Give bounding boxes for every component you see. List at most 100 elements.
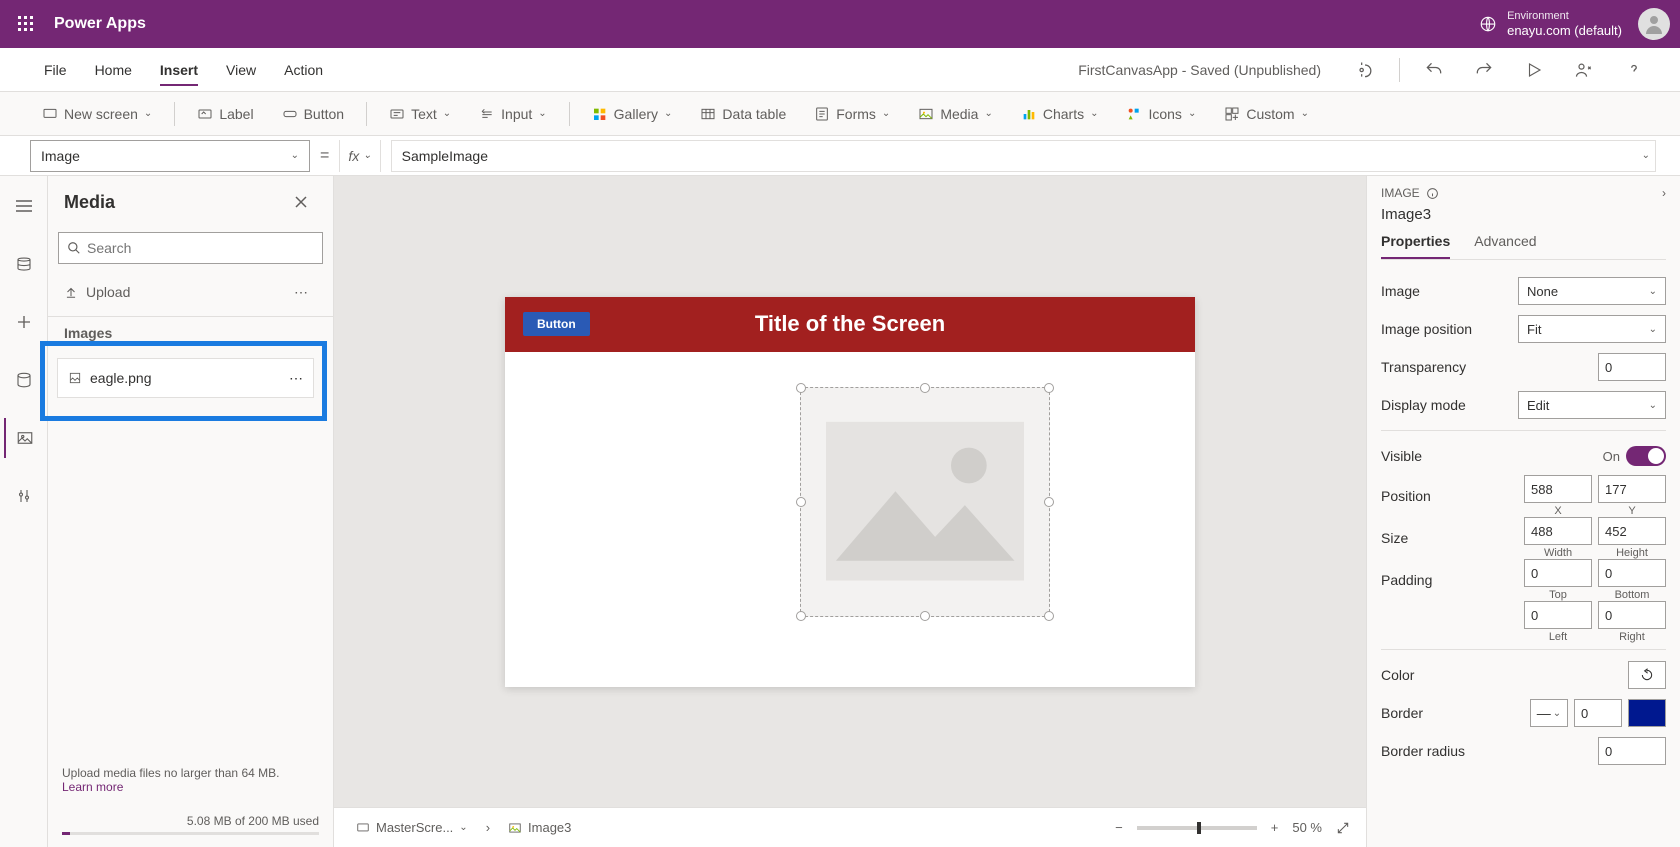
data-icon[interactable] bbox=[4, 360, 44, 400]
border-radius-input[interactable]: 0 bbox=[1598, 737, 1666, 765]
menu-action[interactable]: Action bbox=[270, 48, 337, 92]
prop-pad-left-input[interactable]: 0 bbox=[1524, 601, 1592, 629]
prop-visible-toggle[interactable] bbox=[1626, 446, 1666, 466]
formula-expand-icon[interactable]: ⌄ bbox=[1642, 150, 1650, 161]
forms-button[interactable]: Forms⌄ bbox=[802, 98, 902, 130]
media-search[interactable] bbox=[58, 232, 323, 264]
button-button[interactable]: Button bbox=[270, 98, 356, 130]
waffle-icon[interactable] bbox=[10, 8, 42, 40]
border-width-input[interactable]: 0 bbox=[1574, 699, 1622, 727]
resize-handle[interactable] bbox=[796, 497, 806, 507]
prop-transparency-input[interactable]: 0 bbox=[1598, 353, 1666, 381]
property-selector[interactable]: Image ⌄ bbox=[30, 140, 310, 172]
media-panel-title: Media bbox=[64, 192, 115, 213]
new-screen-button[interactable]: New screen⌄ bbox=[30, 98, 164, 130]
prop-imgpos-select[interactable]: Fit⌄ bbox=[1518, 315, 1666, 343]
resize-handle[interactable] bbox=[920, 383, 930, 393]
app-screen[interactable]: Button Title of the Screen bbox=[505, 297, 1195, 687]
breadcrumb-control[interactable]: Image3 bbox=[502, 818, 577, 837]
prop-width-input[interactable]: 488 bbox=[1524, 517, 1592, 545]
resize-handle[interactable] bbox=[1044, 611, 1054, 621]
resize-handle[interactable] bbox=[920, 611, 930, 621]
prop-height-value: 452 bbox=[1605, 524, 1627, 539]
resize-handle[interactable] bbox=[796, 383, 806, 393]
app-checker-icon[interactable] bbox=[1349, 54, 1381, 86]
add-icon[interactable] bbox=[4, 302, 44, 342]
close-icon[interactable] bbox=[285, 186, 317, 218]
prop-image-select[interactable]: None⌄ bbox=[1518, 277, 1666, 305]
menu-insert[interactable]: Insert bbox=[146, 48, 212, 92]
prop-displaymode-select[interactable]: Edit⌄ bbox=[1518, 391, 1666, 419]
menu-file[interactable]: File bbox=[30, 48, 81, 92]
prop-pad-right-input[interactable]: 0 bbox=[1598, 601, 1666, 629]
prop-pad-top-input[interactable]: 0 bbox=[1524, 559, 1592, 587]
resize-handle[interactable] bbox=[796, 611, 806, 621]
screen-title-control[interactable]: Title of the Screen bbox=[505, 311, 1195, 337]
media-file-item[interactable]: eagle.png ⋯ bbox=[57, 358, 314, 398]
media-pane-icon[interactable] bbox=[4, 418, 44, 458]
tools-icon[interactable] bbox=[4, 476, 44, 516]
images-section-label[interactable]: Images bbox=[48, 317, 333, 341]
undo-icon[interactable] bbox=[1418, 54, 1450, 86]
formula-input[interactable]: SampleImage bbox=[391, 140, 1656, 172]
insert-pane-icon[interactable] bbox=[4, 244, 44, 284]
environment-picker[interactable]: Environment enayu.com (default) bbox=[1479, 10, 1622, 39]
prop-y-input[interactable]: 177 bbox=[1598, 475, 1666, 503]
screen-button-control[interactable]: Button bbox=[523, 312, 590, 336]
prop-pad-bottom-input[interactable]: 0 bbox=[1598, 559, 1666, 587]
prop-imgpos-value: Fit bbox=[1527, 322, 1541, 337]
data-table-button[interactable]: Data table bbox=[688, 98, 798, 130]
image-placeholder-icon bbox=[826, 410, 1024, 592]
gallery-button[interactable]: Gallery⌄ bbox=[580, 98, 685, 130]
forms-icon bbox=[814, 106, 830, 122]
storage-text: 5.08 MB of 200 MB used bbox=[62, 814, 319, 828]
user-avatar[interactable] bbox=[1638, 8, 1670, 40]
fit-to-window-icon[interactable] bbox=[1336, 821, 1350, 835]
left-rail bbox=[0, 176, 48, 847]
border-radius-value: 0 bbox=[1605, 744, 1612, 759]
label-button[interactable]: Label bbox=[185, 98, 265, 130]
upload-button[interactable]: Upload bbox=[64, 284, 130, 300]
divider bbox=[174, 102, 175, 126]
search-input[interactable] bbox=[87, 240, 314, 256]
menu-view[interactable]: View bbox=[212, 48, 270, 92]
learn-more-link[interactable]: Learn more bbox=[62, 780, 123, 794]
border-style-select[interactable]: — ⌄ bbox=[1530, 699, 1568, 727]
prop-position-label: Position bbox=[1381, 488, 1431, 504]
zoom-out-icon[interactable]: − bbox=[1115, 820, 1123, 835]
media-button[interactable]: Media⌄ bbox=[906, 98, 1005, 130]
resize-handle[interactable] bbox=[1044, 383, 1054, 393]
tab-properties[interactable]: Properties bbox=[1381, 233, 1450, 259]
icons-button[interactable]: Icons⌄ bbox=[1114, 98, 1208, 130]
screen-icon bbox=[42, 106, 58, 122]
tab-advanced[interactable]: Advanced bbox=[1474, 233, 1536, 259]
zoom-in-icon[interactable]: + bbox=[1271, 820, 1279, 835]
prop-transparency-value: 0 bbox=[1605, 360, 1612, 375]
charts-button[interactable]: Charts⌄ bbox=[1009, 98, 1111, 130]
border-color-swatch[interactable] bbox=[1628, 699, 1666, 727]
play-icon[interactable] bbox=[1518, 54, 1550, 86]
redo-icon[interactable] bbox=[1468, 54, 1500, 86]
color-reset-button[interactable] bbox=[1628, 661, 1666, 689]
breadcrumb-screen[interactable]: MasterScre... ⌄ bbox=[350, 818, 474, 837]
media-icon bbox=[918, 106, 934, 122]
more-icon[interactable]: ⋯ bbox=[285, 276, 317, 308]
control-name[interactable]: Image3 bbox=[1381, 206, 1666, 223]
share-icon[interactable] bbox=[1568, 54, 1600, 86]
info-icon[interactable] bbox=[1426, 187, 1439, 200]
text-button[interactable]: Text⌄ bbox=[377, 98, 463, 130]
file-more-icon[interactable]: ⋯ bbox=[289, 370, 303, 387]
help-icon[interactable] bbox=[1618, 54, 1650, 86]
image-control-selected[interactable] bbox=[800, 387, 1050, 617]
fx-button[interactable]: fx⌄ bbox=[339, 140, 380, 172]
resize-handle[interactable] bbox=[1044, 497, 1054, 507]
menu-home[interactable]: Home bbox=[81, 48, 146, 92]
custom-button[interactable]: Custom⌄ bbox=[1212, 98, 1321, 130]
ribbon: New screen⌄ Label Button Text⌄ Input⌄ Ga… bbox=[0, 92, 1680, 136]
prop-height-input[interactable]: 452 bbox=[1598, 517, 1666, 545]
prop-x-input[interactable]: 588 bbox=[1524, 475, 1592, 503]
chevron-right-icon[interactable]: › bbox=[1662, 186, 1666, 200]
zoom-slider[interactable] bbox=[1137, 826, 1257, 830]
input-button[interactable]: Input⌄ bbox=[467, 98, 559, 130]
tree-view-icon[interactable] bbox=[4, 186, 44, 226]
